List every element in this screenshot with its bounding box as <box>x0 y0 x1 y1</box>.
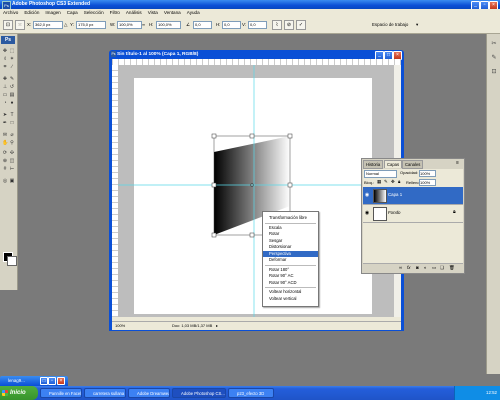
visibility-eye-icon[interactable]: ◉ <box>364 192 370 198</box>
taskbar-item[interactable]: Adobe Dreamweaver ... <box>128 388 170 398</box>
layer-thumbnail <box>373 207 387 221</box>
menu-item-rotar-90-acd[interactable]: Rotar 90° ACD <box>263 280 318 287</box>
menu-separator <box>265 264 316 266</box>
minimized-window[interactable]: lenag9... □ ▫ × <box>0 376 68 386</box>
status-menu-arrow-icon[interactable]: ▸ <box>216 322 218 330</box>
windows-logo-icon <box>2 390 8 396</box>
trash-icon[interactable]: 🗑︎ <box>449 265 455 271</box>
tab-canales[interactable]: Canales <box>402 160 424 169</box>
layers-footer: ∞ fx ◙ ◐ ▭ ❏ 🗑︎ <box>363 263 463 273</box>
opacity-label: Opacidad: <box>400 170 419 175</box>
new-layer-icon[interactable]: ❏ <box>440 265 444 271</box>
min-max-button[interactable]: ▫ <box>48 377 56 385</box>
lock-icon: 🔒︎ <box>453 209 456 215</box>
taskbar-item[interactable]: p23_efecto 3D <box>228 388 274 398</box>
min-close-button[interactable]: × <box>57 377 65 385</box>
panel-menu-icon[interactable]: ≡ <box>456 160 459 166</box>
link-icon[interactable]: ∞ <box>399 265 402 270</box>
lock-transparency-icon[interactable]: ▦ <box>377 179 381 185</box>
layers-controls: Normal Opacidad: 100% Bloq.: ▦ ✎ ✥ 🔒︎ Re… <box>363 169 463 189</box>
transform-handle-mr[interactable] <box>287 182 293 188</box>
layer-name[interactable]: Fondo <box>388 210 400 215</box>
transform-handle-bc[interactable] <box>249 232 255 238</box>
menu-item-voltear-vertical[interactable]: Voltear vertical <box>263 296 318 303</box>
transform-handle-ml[interactable] <box>211 182 217 188</box>
transform-handle-tc[interactable] <box>249 133 255 139</box>
layer-row[interactable]: ◉ Fondo 🔒︎ <box>363 205 463 223</box>
lock-label: Bloq.: <box>364 180 375 185</box>
adjustment-icon[interactable]: ◐ <box>424 265 427 270</box>
layer-thumbnail <box>373 189 387 203</box>
layer-row[interactable]: ◉ Capa 1 <box>363 187 463 205</box>
zoom-level[interactable]: 100% <box>115 322 125 330</box>
clock[interactable]: 12:52 <box>486 386 497 400</box>
document-status-bar: 100% Doc: 1,03 MB/1,37 MB ▸ <box>112 321 401 330</box>
system-tray: 12:52 <box>454 386 500 400</box>
layer-name[interactable]: Capa 1 <box>388 192 402 197</box>
taskbar-item[interactable]: Adobe Photoshop CS... <box>172 388 226 398</box>
lock-all-icon[interactable]: 🔒︎ <box>398 179 400 184</box>
folder-icon[interactable]: ▭ <box>432 265 436 271</box>
minimized-window-label: lenag9... <box>8 378 25 383</box>
menu-item-transformaci-n-libre[interactable]: Transformación libre <box>263 215 318 222</box>
blend-mode-select[interactable]: Normal <box>364 170 397 178</box>
fill-field[interactable]: 100% <box>419 179 436 186</box>
fx-icon[interactable]: fx <box>407 265 411 270</box>
menu-item-deformar[interactable]: Deformar <box>263 257 318 264</box>
lock-position-icon[interactable]: ✥ <box>391 179 395 185</box>
menu-separator <box>265 287 316 288</box>
menu-separator <box>265 222 316 224</box>
doc-size-info: Doc: 1,03 MB/1,37 MB <box>172 323 213 328</box>
taskbar-item[interactable]: carretera sullana co... <box>84 388 126 398</box>
taskbar-item[interactable]: Pannille en Facebo... <box>40 388 82 398</box>
tab-capas[interactable]: Capas <box>384 160 403 168</box>
transform-context-menu: Transformación libre Escala Rotar Sesgar Dis… <box>262 211 319 307</box>
transform-handle-tr[interactable] <box>287 133 293 139</box>
layers-empty-area <box>363 223 463 263</box>
tab-historia[interactable]: Historia <box>363 160 384 169</box>
lock-pixels-icon[interactable]: ✎ <box>384 179 388 185</box>
layers-panel: Historia Capas Canales ≡ Normal Opacidad… <box>361 158 465 274</box>
opacity-field[interactable]: 100% <box>419 170 436 177</box>
transform-handle-bl[interactable] <box>211 232 217 238</box>
min-restore-button[interactable]: □ <box>40 377 48 385</box>
mask-icon[interactable]: ◙ <box>416 265 419 270</box>
visibility-eye-icon[interactable]: ◉ <box>364 210 370 216</box>
transform-handle-tl[interactable] <box>211 133 217 139</box>
